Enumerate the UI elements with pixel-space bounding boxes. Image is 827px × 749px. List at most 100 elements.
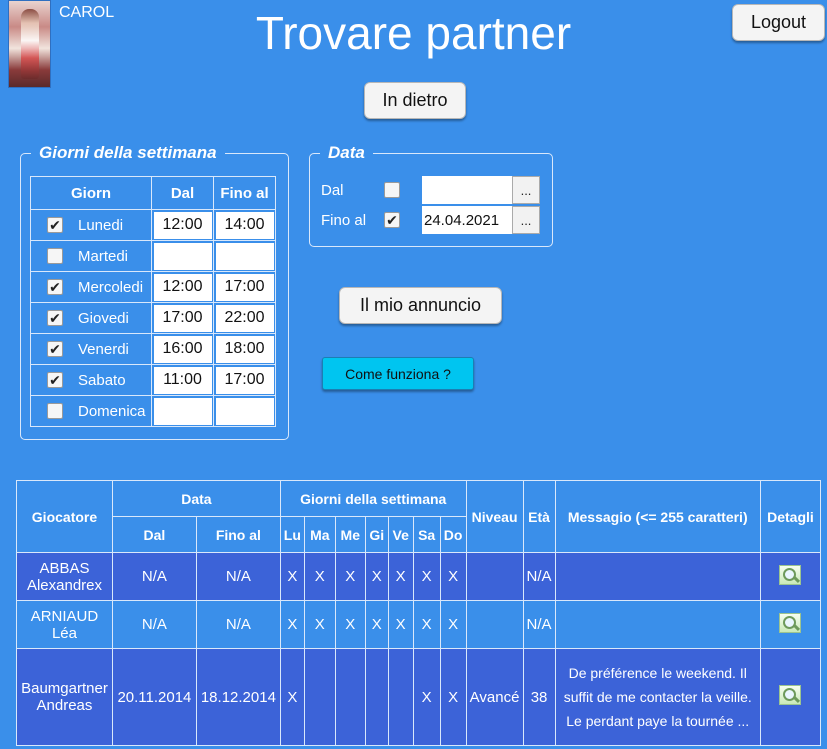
level-cell <box>465 600 524 649</box>
message-cell <box>554 600 761 649</box>
time-from-input[interactable]: 12:00 <box>153 273 212 301</box>
day-label: Venerdi <box>78 340 129 358</box>
day-cell <box>303 648 336 746</box>
level-cell <box>465 552 524 601</box>
day-cell: X <box>303 552 336 601</box>
day-cell: X <box>439 552 467 601</box>
day-cell: X <box>279 600 305 649</box>
day-header-ma: Ma <box>303 516 336 553</box>
col-from-header: Dal <box>151 176 214 210</box>
day-checkbox-giovedi[interactable]: ✔ <box>47 310 63 326</box>
logout-button[interactable]: Logout <box>732 4 825 41</box>
day-label: Giovedi <box>78 309 129 327</box>
magnifier-icon[interactable] <box>779 612 802 633</box>
day-label: Sabato <box>78 371 126 389</box>
table-row: ARNIAUD Léa N/A N/A X X X X X X X N/A <box>16 600 822 649</box>
col-to-header: Fino al <box>213 176 276 210</box>
day-header-do: Do <box>439 516 467 553</box>
data-header: Data <box>111 480 281 517</box>
weekdays-legend: Giorni della settimana <box>39 143 217 162</box>
day-checkbox-mercoledi[interactable]: ✔ <box>47 279 63 295</box>
how-it-works-button[interactable]: Come funziona ? <box>322 357 474 390</box>
day-header-ve: Ve <box>387 516 414 553</box>
day-cell: X <box>303 600 336 649</box>
day-checkbox-lunedi[interactable]: ✔ <box>47 217 63 233</box>
age-cell: N/A <box>522 552 556 601</box>
page-title: Trovare partner <box>255 7 572 59</box>
player-cell: Baumgartner Andreas <box>16 648 113 746</box>
date-from-checkbox[interactable] <box>384 182 400 198</box>
day-cell: X <box>334 552 366 601</box>
to-cell: 18.12.2014 <box>195 648 281 746</box>
day-checkbox-domenica[interactable] <box>47 403 63 419</box>
weekday-row: ✔ Giovedi 17:00 22:00 <box>30 302 276 334</box>
back-button[interactable]: In dietro <box>364 82 466 119</box>
table-row: Baumgartner Andreas 20.11.2014 18.12.201… <box>16 648 822 746</box>
time-to-input[interactable]: 22:00 <box>215 304 274 332</box>
details-cell <box>759 552 822 601</box>
table-row: ABBAS Alexandrex N/A N/A X X X X X X X N… <box>16 552 822 601</box>
time-from-input[interactable] <box>153 242 212 270</box>
date-to-row: Fino al ✔ 24.04.2021 ... <box>309 206 540 234</box>
time-from-input[interactable]: 17:00 <box>153 304 212 332</box>
time-to-input[interactable] <box>215 397 274 425</box>
day-cell: X <box>412 600 441 649</box>
time-to-input[interactable]: 17:00 <box>215 366 274 394</box>
player-cell: ARNIAUD Léa <box>16 600 113 649</box>
time-from-input[interactable]: 11:00 <box>153 366 212 394</box>
magnifier-icon[interactable] <box>779 564 802 585</box>
time-to-input[interactable]: 18:00 <box>215 335 274 363</box>
date-legend: Data <box>328 143 365 162</box>
day-cell: X <box>387 600 414 649</box>
magnifier-icon[interactable] <box>779 685 802 705</box>
day-label: Mercoledi <box>78 278 144 296</box>
day-checkbox-sabato[interactable]: ✔ <box>47 372 63 388</box>
day-header-me: Me <box>334 516 366 553</box>
time-from-input[interactable]: 12:00 <box>153 211 212 239</box>
day-cell: X <box>364 600 389 649</box>
date-from-row: Dal ... <box>309 176 540 204</box>
day-cell: X <box>387 552 414 601</box>
day-cell: X <box>412 552 441 601</box>
age-cell: N/A <box>522 600 556 649</box>
day-cell: X <box>334 600 366 649</box>
date-from-input[interactable] <box>422 176 512 204</box>
from-cell: 20.11.2014 <box>111 648 197 746</box>
week-header: Giorni della settimana <box>279 480 467 517</box>
day-cell: X <box>439 600 467 649</box>
message-header: Messagio (<= 255 caratteri) <box>554 480 761 553</box>
time-to-input[interactable]: 14:00 <box>215 211 274 239</box>
weekday-row: ✔ Sabato 11:00 17:00 <box>30 364 276 396</box>
day-header-lu: Lu <box>279 516 305 553</box>
day-header-sa: Sa <box>412 516 441 553</box>
weekdays-table: Giorn Dal Fino al ✔ Lunedi 12:00 14:00 Ma… <box>30 176 276 427</box>
level-header: Niveau <box>465 480 524 553</box>
my-ad-button[interactable]: Il mio annuncio <box>339 287 502 324</box>
day-cell: X <box>364 552 389 601</box>
day-label: Martedi <box>78 247 129 265</box>
day-checkbox-martedi[interactable] <box>47 248 63 264</box>
message-cell <box>554 552 761 601</box>
age-cell: 38 <box>522 648 556 746</box>
date-from-picker-button[interactable]: ... <box>512 176 540 204</box>
to-cell: N/A <box>195 600 281 649</box>
player-cell: ABBAS Alexandrex <box>16 552 113 601</box>
date-to-picker-button[interactable]: ... <box>512 206 540 234</box>
to-cell: N/A <box>195 552 281 601</box>
details-cell <box>759 648 822 746</box>
date-to-input[interactable]: 24.04.2021 <box>422 206 512 234</box>
date-to-checkbox[interactable]: ✔ <box>384 212 400 228</box>
time-from-input[interactable] <box>153 397 212 425</box>
weekday-row: ✔ Venerdi 16:00 18:00 <box>30 333 276 365</box>
time-to-input[interactable] <box>215 242 274 270</box>
day-cell <box>334 648 366 746</box>
data-from-header: Dal <box>111 516 197 553</box>
time-from-input[interactable]: 16:00 <box>153 335 212 363</box>
details-header: Detagli <box>759 480 822 553</box>
day-header-gi: Gi <box>364 516 389 553</box>
data-to-header: Fino al <box>195 516 281 553</box>
col-day-header: Giorn <box>30 176 152 210</box>
date-to-label: Fino al <box>321 211 367 229</box>
time-to-input[interactable]: 17:00 <box>215 273 274 301</box>
day-checkbox-venerdi[interactable]: ✔ <box>47 341 63 357</box>
